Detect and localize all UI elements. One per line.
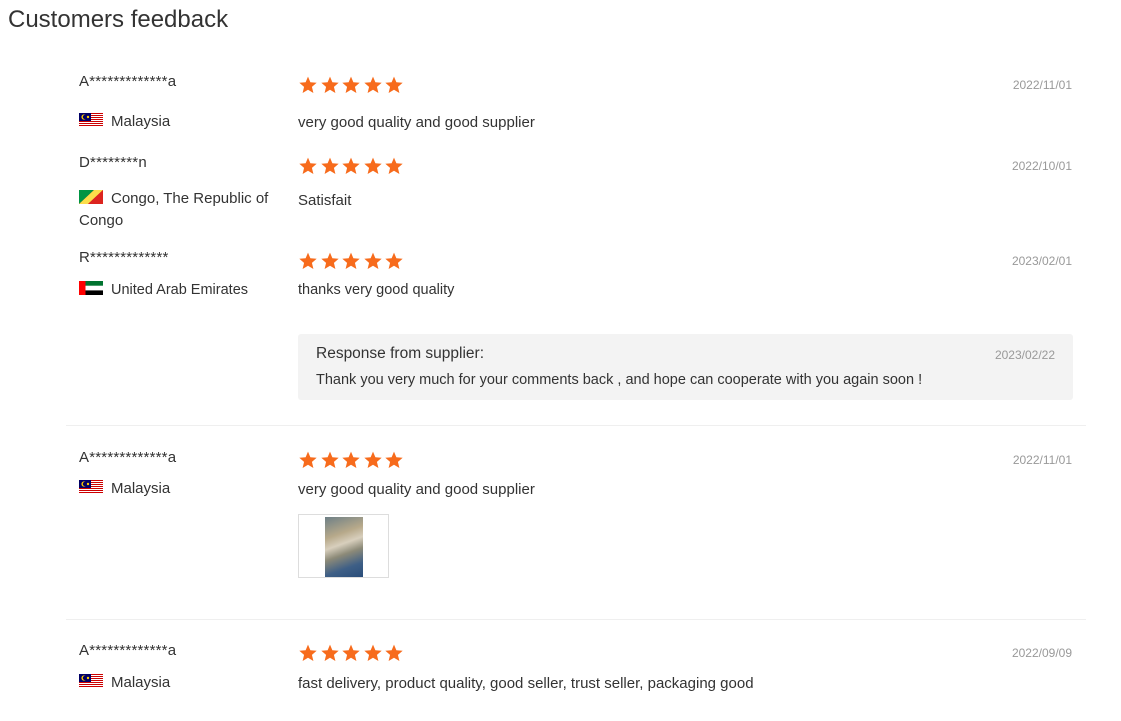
star-rating (298, 644, 406, 662)
country-name: Congo, The Republic of Congo (79, 190, 269, 229)
review-date: 2022/10/01 (1011, 159, 1072, 173)
review-comment: fast delivery, product quality, good sel… (298, 675, 754, 692)
review-date: 2022/09/09 (1011, 646, 1072, 660)
reviewer-name: R************* (79, 249, 169, 266)
star-icon (384, 644, 404, 662)
star-icon (341, 76, 361, 94)
star-icon (320, 451, 340, 469)
review-photo-thumbnail[interactable] (298, 514, 389, 578)
country-name: Malaysia (111, 113, 171, 130)
reviewer-country: Malaysia (79, 478, 279, 500)
response-title: Response from supplier: (316, 345, 484, 362)
malaysia-flag-icon (79, 480, 103, 494)
review-photo (325, 517, 363, 577)
star-icon (384, 252, 404, 270)
reviewer-name: A*************a (79, 449, 177, 466)
review-comment: Satisfait (298, 192, 352, 209)
malaysia-flag-icon (79, 113, 103, 127)
reviewer-country: Malaysia (79, 111, 279, 133)
review-date: 2022/11/01 (1012, 78, 1072, 92)
star-icon (298, 76, 318, 94)
reviewer-name: A*************a (79, 642, 177, 659)
star-icon (384, 157, 404, 175)
reviewer-name: A*************a (79, 73, 177, 90)
divider (66, 619, 1086, 620)
divider (66, 425, 1086, 426)
star-icon (298, 157, 318, 175)
supplier-response: Response from supplier: 2023/02/22 Thank… (298, 334, 1073, 400)
star-rating (298, 76, 406, 94)
star-rating (298, 252, 406, 270)
star-icon (341, 252, 361, 270)
review-date: 2022/11/01 (1012, 453, 1072, 467)
malaysia-flag-icon (79, 674, 103, 688)
star-icon (298, 644, 318, 662)
star-icon (384, 76, 404, 94)
star-rating (298, 451, 406, 469)
review-date: 2023/02/01 (1011, 254, 1072, 268)
country-name: United Arab Emirates (111, 282, 249, 298)
star-icon (320, 644, 340, 662)
star-icon (320, 157, 340, 175)
review-comment: thanks very good quality (298, 282, 455, 298)
star-icon (320, 76, 340, 94)
star-icon (341, 644, 361, 662)
star-rating (298, 157, 406, 175)
star-icon (298, 252, 318, 270)
uae-flag-icon (79, 281, 103, 295)
country-name: Malaysia (111, 674, 171, 691)
star-icon (341, 157, 361, 175)
congo-flag-icon (79, 190, 103, 204)
star-icon (363, 644, 383, 662)
reviewer-country: Malaysia (79, 672, 279, 694)
star-icon (363, 252, 383, 270)
page-title: Customers feedback (8, 6, 229, 33)
reviewer-country: Congo, The Republic of Congo (79, 188, 279, 232)
star-icon (341, 451, 361, 469)
star-icon (384, 451, 404, 469)
review-comment: very good quality and good supplier (298, 114, 535, 131)
star-icon (363, 76, 383, 94)
star-icon (363, 451, 383, 469)
response-date: 2023/02/22 (994, 348, 1055, 362)
reviewer-country: United Arab Emirates (79, 279, 275, 301)
reviewer-name: D********n (79, 154, 147, 171)
star-icon (363, 157, 383, 175)
review-comment: very good quality and good supplier (298, 481, 535, 498)
response-text: Thank you very much for your comments ba… (316, 372, 923, 388)
star-icon (320, 252, 340, 270)
star-icon (298, 451, 318, 469)
country-name: Malaysia (111, 480, 171, 497)
